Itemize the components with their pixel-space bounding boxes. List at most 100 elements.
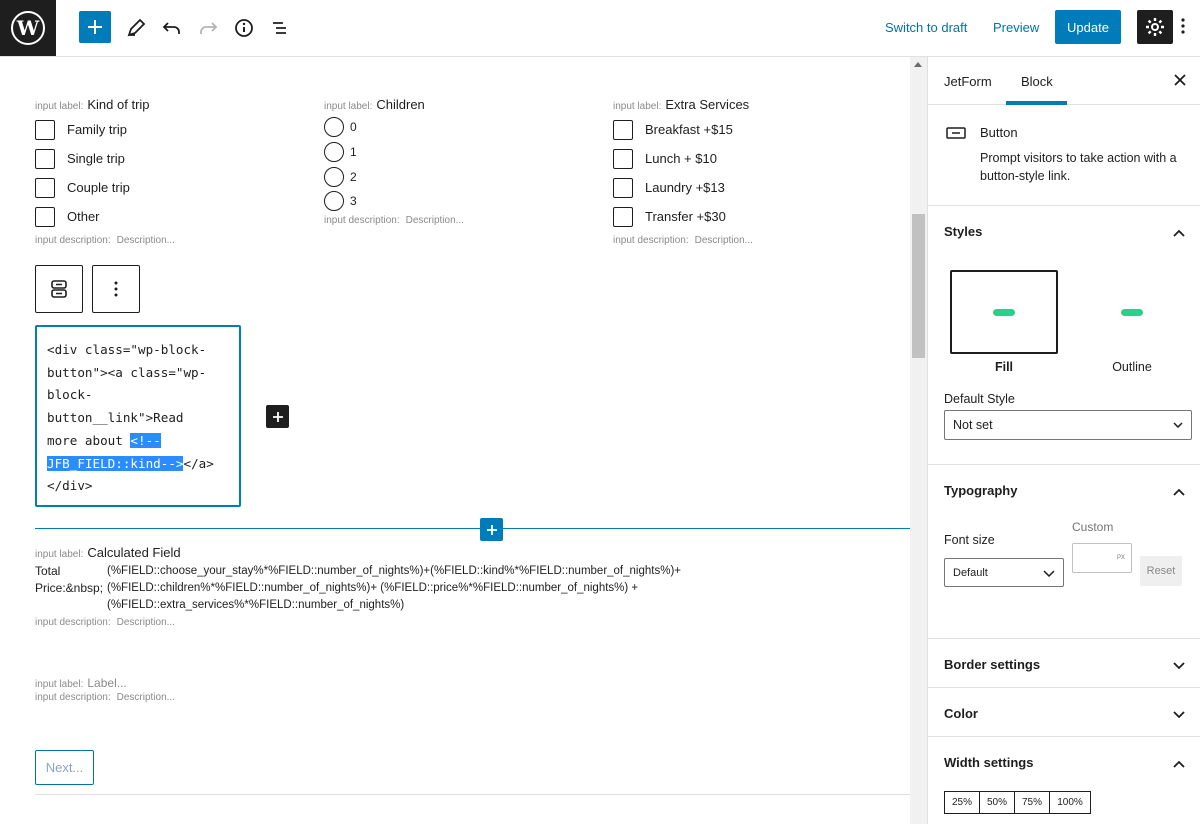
input-label-prefix: input label: bbox=[35, 101, 84, 112]
extra-services-field: input label: Extra Services Breakfast +$1… bbox=[613, 97, 873, 246]
redo-icon[interactable] bbox=[190, 10, 226, 46]
chevron-up-icon[interactable] bbox=[1172, 225, 1186, 243]
outline-preview bbox=[1121, 308, 1143, 316]
block-description: Prompt visitors to take action with a bu… bbox=[980, 151, 1177, 183]
checkbox-option[interactable]: Other bbox=[35, 202, 295, 231]
checkbox[interactable] bbox=[613, 206, 633, 227]
chevron-down-icon bbox=[1043, 569, 1055, 577]
radio-button[interactable] bbox=[324, 166, 344, 187]
font-size-label: Font size bbox=[944, 533, 995, 547]
width-25-button[interactable]: 25% bbox=[944, 791, 980, 814]
calculated-field[interactable]: input label: Calculated Field Total Price… bbox=[35, 545, 895, 628]
radio-option[interactable]: 0 bbox=[324, 115, 584, 140]
close-icon[interactable] bbox=[1173, 73, 1187, 92]
checkbox-option[interactable]: Lunch + $10 bbox=[613, 144, 873, 173]
update-button[interactable]: Update bbox=[1055, 10, 1121, 44]
editor-top-bar: W Switch to draft Preview Update bbox=[0, 0, 1200, 57]
undo-icon[interactable] bbox=[154, 10, 190, 46]
label-placeholder[interactable]: Label... bbox=[87, 676, 126, 690]
checkbox[interactable] bbox=[613, 119, 633, 140]
switch-to-draft-link[interactable]: Switch to draft bbox=[885, 20, 967, 35]
field-label[interactable]: Calculated Field bbox=[87, 545, 180, 560]
add-block-button[interactable] bbox=[79, 11, 111, 43]
field-label[interactable]: Extra Services bbox=[665, 97, 749, 112]
editor-canvas: input label: Kind of trip Family trip Sin… bbox=[0, 57, 910, 824]
radio-button[interactable] bbox=[324, 142, 344, 163]
options-menu-icon[interactable] bbox=[1180, 16, 1186, 41]
width-50-button[interactable]: 50% bbox=[979, 791, 1015, 814]
svg-text:W: W bbox=[16, 16, 40, 40]
checkbox-option[interactable]: Transfer +$30 bbox=[613, 202, 873, 231]
radio-option[interactable]: 1 bbox=[324, 140, 584, 165]
checkbox-option[interactable]: Couple trip bbox=[35, 173, 295, 202]
field-label[interactable]: Kind of trip bbox=[87, 97, 149, 112]
empty-field[interactable]: input label: Label... input description: D… bbox=[35, 675, 175, 703]
checkbox[interactable] bbox=[35, 148, 55, 169]
checkbox[interactable] bbox=[613, 177, 633, 198]
field-label[interactable]: Children bbox=[376, 97, 424, 112]
radio-button[interactable] bbox=[324, 191, 344, 212]
scroll-up-arrow-icon[interactable] bbox=[914, 62, 922, 67]
input-description[interactable]: input description: Description... bbox=[35, 692, 175, 703]
custom-label: Custom bbox=[1072, 520, 1114, 534]
checkbox-option[interactable]: Single trip bbox=[35, 144, 295, 173]
list-view-icon[interactable] bbox=[262, 10, 298, 46]
font-size-select[interactable]: Default bbox=[944, 558, 1064, 587]
chevron-down-icon[interactable] bbox=[1172, 658, 1186, 676]
color-panel-title[interactable]: Color bbox=[944, 706, 978, 721]
editor-scrollbar[interactable] bbox=[910, 57, 927, 824]
selected-text: JFB_FIELD::kind--> bbox=[47, 455, 184, 471]
radio-option[interactable]: 2 bbox=[324, 164, 584, 189]
tab-block[interactable]: Block bbox=[1021, 74, 1053, 89]
chevron-up-icon[interactable] bbox=[1172, 484, 1186, 502]
chevron-down-icon[interactable] bbox=[1172, 707, 1186, 725]
width-100-button[interactable]: 100% bbox=[1049, 791, 1091, 814]
radio-button[interactable] bbox=[324, 117, 344, 138]
styles-panel-title[interactable]: Styles bbox=[944, 224, 982, 239]
fill-preview bbox=[993, 308, 1015, 316]
checkbox[interactable] bbox=[35, 119, 55, 140]
checkbox[interactable] bbox=[613, 148, 633, 169]
input-description[interactable]: input description: Description... bbox=[35, 617, 895, 628]
block-inserter-plus-icon[interactable] bbox=[266, 405, 289, 428]
checkbox[interactable] bbox=[35, 177, 55, 198]
style-fill-label: Fill bbox=[994, 360, 1014, 374]
style-fill-option[interactable] bbox=[950, 270, 1058, 354]
radio-option[interactable]: 3 bbox=[324, 189, 584, 214]
input-description[interactable]: input description: Description... bbox=[324, 215, 584, 226]
border-settings-panel-title[interactable]: Border settings bbox=[944, 657, 1040, 672]
insert-block-plus-icon[interactable] bbox=[480, 518, 503, 541]
selected-text: <!-- bbox=[130, 432, 161, 448]
scroll-thumb[interactable] bbox=[912, 214, 925, 358]
settings-sidebar: JetForm Block Button Prompt visitors to … bbox=[927, 57, 1200, 824]
checkbox-option[interactable]: Laundry +$13 bbox=[613, 173, 873, 202]
checkbox-option[interactable]: Family trip bbox=[35, 115, 295, 144]
width-settings-panel-title[interactable]: Width settings bbox=[944, 755, 1033, 770]
info-icon[interactable] bbox=[226, 10, 262, 46]
style-outline-label: Outline bbox=[1112, 360, 1152, 374]
wordpress-logo-icon[interactable]: W bbox=[0, 0, 56, 56]
checkbox[interactable] bbox=[35, 206, 55, 227]
preview-link[interactable]: Preview bbox=[993, 20, 1039, 35]
style-outline-option[interactable] bbox=[1078, 270, 1186, 354]
edit-tools-pencil-icon[interactable] bbox=[118, 10, 154, 46]
default-style-label: Default Style bbox=[944, 392, 1015, 406]
tab-jetform[interactable]: JetForm bbox=[944, 74, 992, 89]
custom-font-size-input[interactable]: PX bbox=[1072, 543, 1132, 573]
checkbox-option[interactable]: Breakfast +$15 bbox=[613, 115, 873, 144]
next-page-button[interactable]: Next... bbox=[35, 750, 94, 785]
chevron-up-icon[interactable] bbox=[1172, 756, 1186, 774]
block-options-more-icon[interactable] bbox=[92, 265, 140, 313]
default-style-select[interactable]: Not set bbox=[944, 410, 1192, 440]
reset-button[interactable]: Reset bbox=[1140, 556, 1182, 586]
width-button-group: 25% 50% 75% 100% bbox=[944, 791, 1091, 814]
input-label-prefix: input label: bbox=[324, 101, 373, 112]
input-description[interactable]: input description: Description... bbox=[613, 235, 873, 246]
width-75-button[interactable]: 75% bbox=[1014, 791, 1050, 814]
settings-gear-icon[interactable] bbox=[1137, 10, 1173, 44]
html-code-editor[interactable]: <div class="wp-block- button"><a class="… bbox=[35, 325, 241, 507]
typography-panel-title[interactable]: Typography bbox=[944, 483, 1017, 498]
calculated-field-name: Total Price:&nbsp; bbox=[35, 564, 104, 595]
block-type-icon[interactable] bbox=[35, 265, 83, 313]
input-description[interactable]: input description: Description... bbox=[35, 235, 295, 246]
